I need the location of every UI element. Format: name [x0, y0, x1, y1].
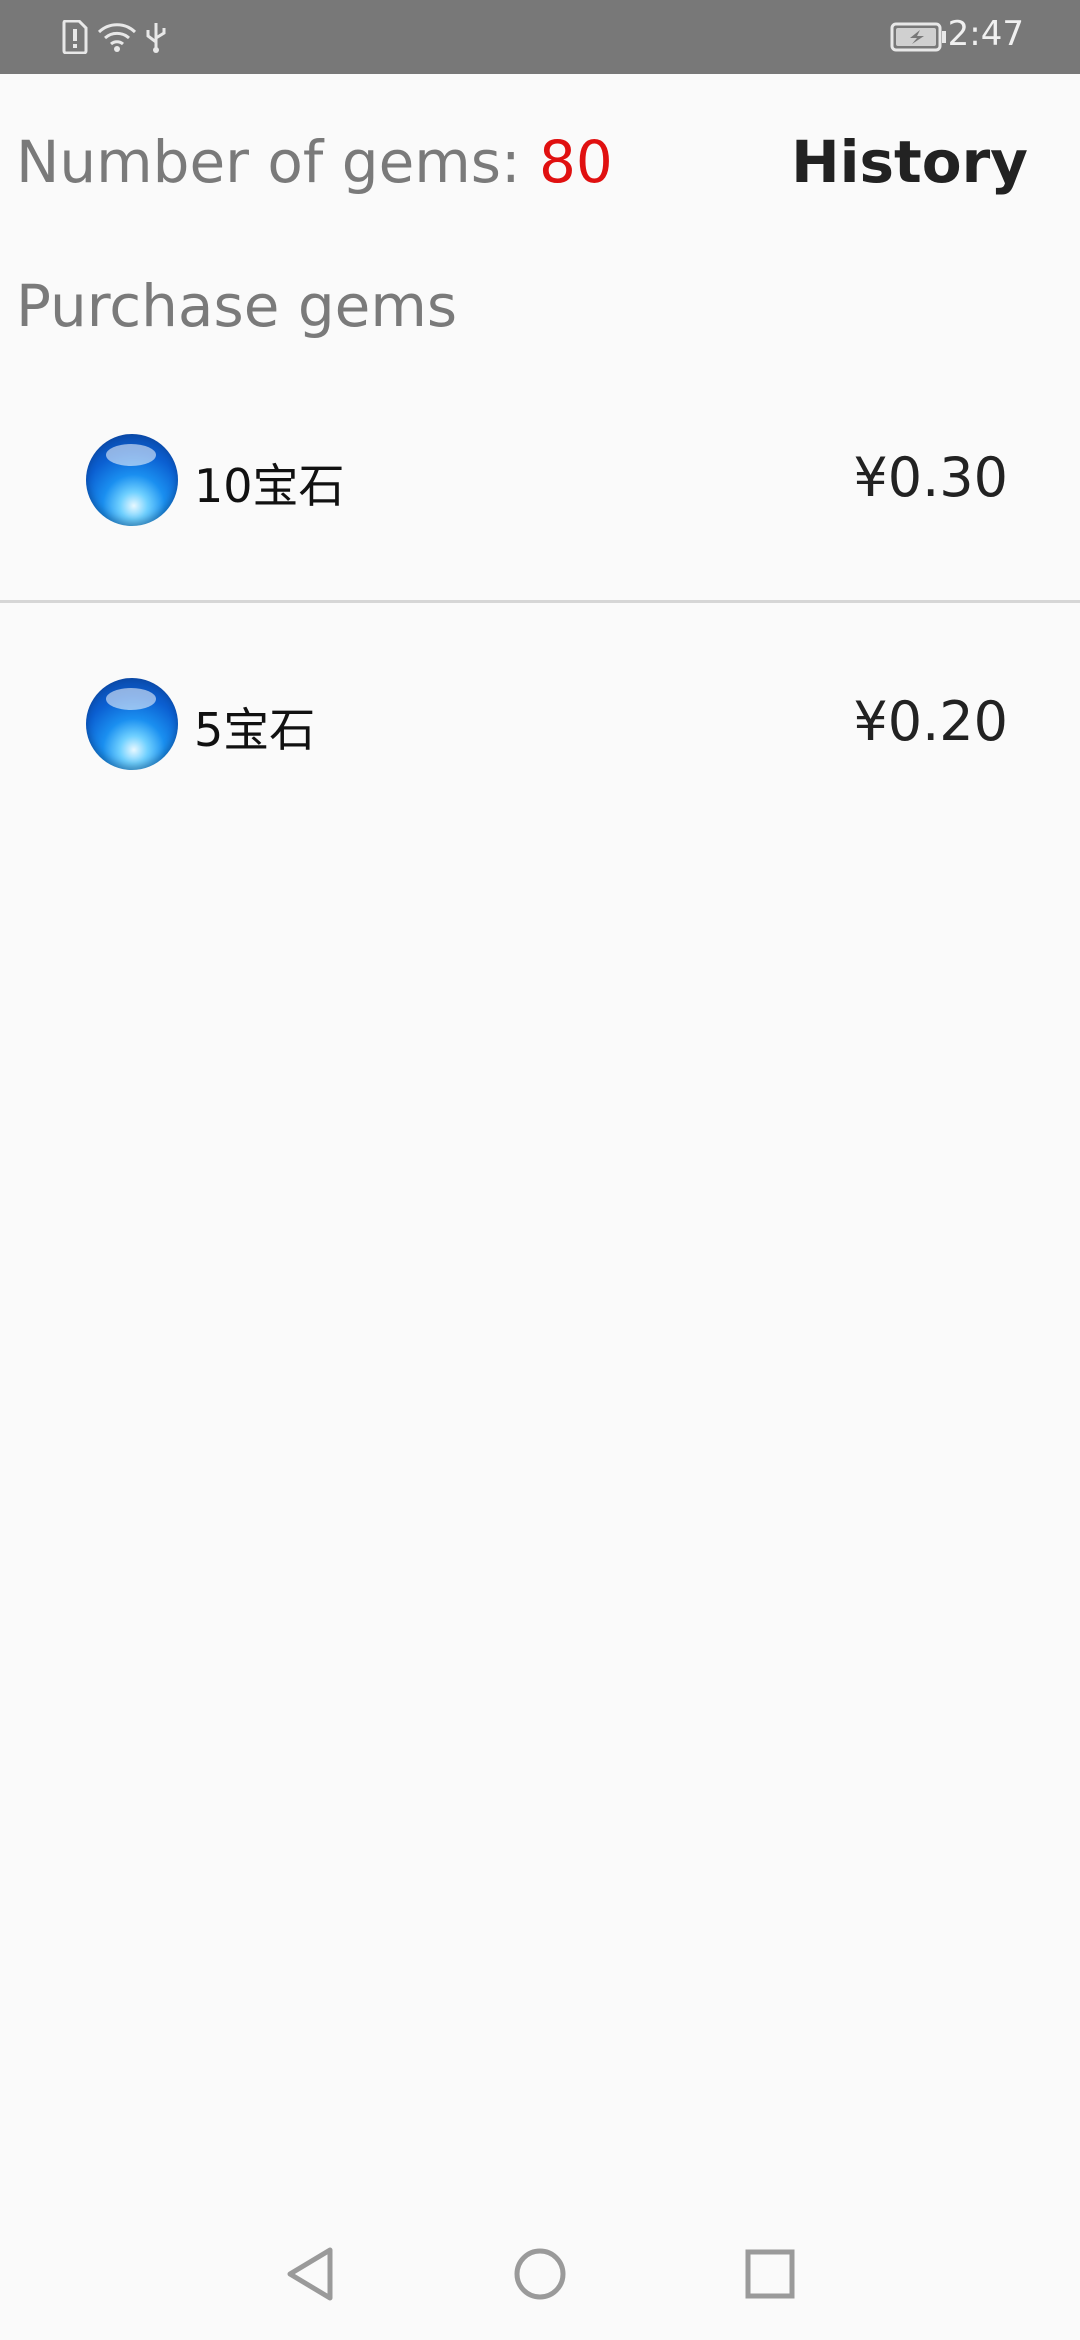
- gems-count-value: 80: [538, 128, 613, 196]
- product-price: ¥0.20: [853, 690, 1008, 753]
- product-name: 5宝石: [194, 703, 316, 757]
- gem-product-item[interactable]: 10宝石 ¥0.30: [0, 382, 1080, 582]
- product-price: ¥0.30: [853, 446, 1008, 509]
- history-button[interactable]: History: [791, 128, 1028, 196]
- list-divider: [0, 600, 1080, 603]
- home-button[interactable]: [498, 2234, 582, 2318]
- wifi-icon: [96, 20, 138, 58]
- gem-icon: [86, 678, 178, 770]
- purchase-gems-title: Purchase gems: [16, 272, 458, 340]
- recents-button[interactable]: [728, 2234, 812, 2318]
- recents-icon: [744, 2248, 796, 2304]
- home-icon: [512, 2246, 568, 2306]
- back-button[interactable]: [268, 2234, 352, 2318]
- back-icon: [282, 2244, 338, 2308]
- gem-icon: [86, 434, 178, 526]
- navigation-bar: [0, 2212, 1080, 2340]
- battery-charging-icon: [890, 22, 948, 56]
- usb-icon: [144, 20, 168, 58]
- gem-product-item[interactable]: 5宝石 ¥0.20: [0, 626, 1080, 826]
- product-name: 10宝石: [194, 459, 345, 513]
- sim-alert-icon: [62, 19, 88, 58]
- gems-count-label: Number of gems:: [16, 128, 539, 196]
- status-time: 2:47: [947, 14, 1024, 54]
- status-bar: 2:47: [0, 0, 1080, 74]
- purchase-gems-screen: 2:47 Number of gems: 80 History Purchase…: [0, 0, 1080, 2340]
- gems-count: Number of gems: 80: [16, 128, 613, 196]
